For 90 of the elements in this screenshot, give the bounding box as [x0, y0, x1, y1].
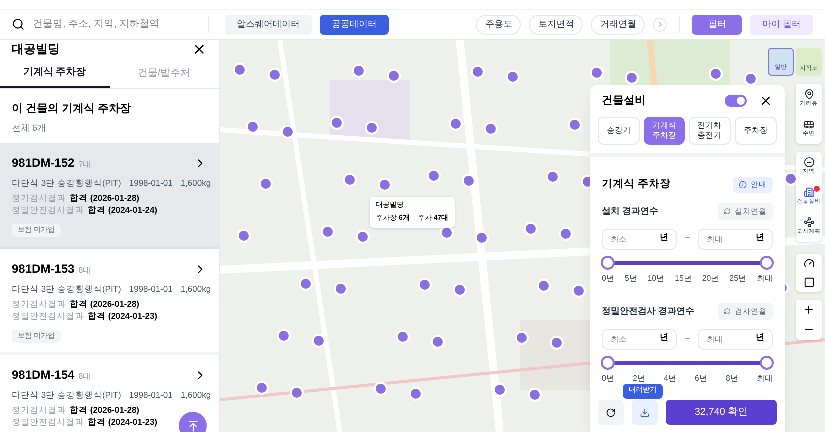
result-label: 정기검사결과 [12, 298, 66, 310]
next-button[interactable] [653, 18, 668, 32]
tick-label: 10년 [648, 273, 665, 285]
tick-label: 25년 [730, 273, 747, 285]
tick-label: 5년 [624, 273, 638, 285]
building-icon [804, 187, 814, 198]
slider-handle[interactable] [760, 256, 774, 270]
spec-text: 1998-01-01 [129, 176, 173, 190]
category-tab[interactable]: 전기차 충전기 [688, 117, 731, 145]
refresh-icon [606, 408, 616, 418]
parking-id: 981DM-153 [12, 261, 75, 278]
data-source-toggle[interactable]: 알스퀘어데이터 [225, 14, 312, 34]
category-tab[interactable]: 주차장 [734, 117, 777, 145]
spec-text: 1,600kg [180, 176, 212, 190]
unit-label: 년 [756, 331, 766, 344]
result-value: 합격 (2024-01-24) [88, 204, 158, 216]
filter-chip[interactable]: 주용도 [476, 14, 522, 34]
result-label: 정기검사결과 [12, 404, 66, 416]
result-value: 합격 (2024-01-23) [88, 416, 158, 428]
section-title: 이 건물의 기계식 주차장 [12, 102, 132, 117]
spec-text: 1,600kg [180, 282, 212, 296]
result-value: 합격 (2024-01-23) [88, 310, 158, 322]
search-field[interactable]: 건물명, 주소, 지역, 지하철역 [12, 17, 192, 32]
filter-chip[interactable]: 거래연월 [591, 14, 646, 34]
category-tab[interactable]: 기계식 주차장 [644, 117, 684, 145]
result-label: 정밀안전검사결과 [12, 310, 84, 322]
tick-label: 8년 [726, 373, 738, 386]
tick-label: 최대 [757, 373, 773, 386]
range-dash: – [685, 332, 690, 344]
bus-icon [804, 119, 814, 130]
data-source-toggle[interactable]: 공공데이터 [320, 14, 389, 34]
result-value: 합격 (2026-01-28) [70, 298, 140, 310]
unit-count: 8대 [78, 371, 92, 383]
result-label: 정밀안전검사결과 [12, 416, 84, 428]
refresh-button[interactable] [598, 400, 624, 425]
panel-title: 대공빌딩 [12, 41, 60, 58]
confirm-button[interactable]: 32,740 확인 [666, 400, 777, 425]
unit-count: 7대 [78, 159, 92, 171]
refresh-icon [724, 208, 731, 215]
filter-button[interactable]: 필터 [692, 14, 742, 34]
area-icon[interactable] [804, 277, 814, 288]
category-tab[interactable]: 승강기 [598, 117, 640, 145]
toggle-switch[interactable] [725, 95, 747, 107]
section-title: 기계식 주차장 [602, 177, 671, 192]
tick-label: 20년 [702, 273, 720, 285]
minus-circle-icon [804, 157, 814, 168]
tick-label: 0년 [602, 273, 614, 285]
tick-label: 2년 [633, 373, 646, 386]
spec-text: 다단식 3단 승강횡행식(PIT) [12, 176, 122, 190]
arrow-up-icon [186, 420, 200, 432]
result-label: 정기검사결과 [12, 192, 66, 204]
range-label: 정밀안전검사 경과연수 [602, 304, 695, 318]
download-button[interactable] [632, 400, 658, 425]
parking-id: 981DM-152 [12, 155, 75, 172]
result-value: 합격 (2026-01-28) [70, 404, 140, 416]
unit-count: 8대 [78, 265, 92, 277]
network-icon [804, 217, 814, 228]
tick-label: 최대 [756, 273, 773, 285]
filter-chip[interactable]: 토지면적 [529, 14, 584, 34]
total-count: 전체 6개 [12, 122, 48, 134]
my-filter-button[interactable]: 마이 필터 [750, 14, 813, 34]
refresh-icon [724, 308, 731, 316]
unit-label: 년 [756, 231, 766, 244]
spec-text: 1998-01-01 [129, 388, 173, 402]
tick-label: 4년 [664, 373, 676, 386]
tab[interactable]: 기계식 주차장 [0, 58, 110, 88]
result-value: 합격 (2026-01-28) [70, 192, 140, 204]
download-icon [640, 408, 650, 418]
unit-label: 년 [660, 231, 669, 244]
slider-handle[interactable] [601, 256, 615, 270]
tick-label: 15년 [675, 273, 692, 285]
pin-icon [804, 89, 814, 100]
zoom-in-icon[interactable] [803, 304, 815, 316]
result-label: 정밀안전검사결과 [12, 204, 84, 216]
spec-text: 1998-01-01 [129, 282, 173, 296]
search-icon [12, 18, 25, 31]
spec-text: 다단식 3단 승강횡행식(PIT) [12, 282, 122, 296]
range-label: 설치 경과연수 [602, 204, 659, 218]
tick-label: 6년 [695, 373, 708, 386]
spec-text: 다단식 3단 승강횡행식(PIT) [12, 388, 122, 402]
unit-label: 년 [660, 331, 669, 344]
slider-handle[interactable] [760, 356, 774, 370]
spec-text: 1,600kg [180, 388, 212, 402]
slider-handle[interactable] [601, 356, 615, 370]
tick-label: 0년 [602, 373, 614, 386]
panel-title: 건물설비 [602, 94, 646, 109]
close-button[interactable] [759, 94, 773, 108]
range-dash: – [685, 231, 690, 244]
parking-id: 981DM-154 [12, 367, 75, 384]
info-icon [739, 180, 747, 189]
